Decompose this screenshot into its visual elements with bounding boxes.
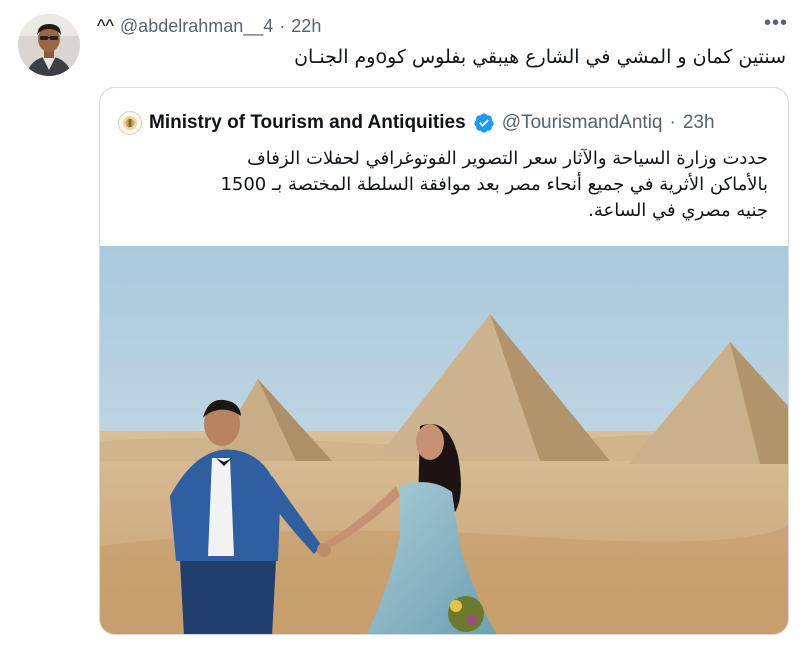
wedding-photo-image[interactable] — [100, 246, 788, 635]
quoted-header-separator: · — [669, 112, 676, 133]
quoted-tweet-header: Ministry of Tourism and Antiquities @Tou… — [118, 110, 715, 136]
user-handle[interactable]: @abdelrahman__4 — [120, 16, 273, 37]
quoted-text-line: بالأماكن الأثرية في جميع أنحاء مصر بعد م… — [220, 174, 768, 195]
tweet-timestamp[interactable]: 22h — [291, 16, 321, 37]
quoted-text-line: حددت وزارة السياحة والآثار سعر التصوير ا… — [247, 148, 768, 169]
tweet: ^^ @abdelrahman__4 · 22h ••• سنتين كمان … — [0, 0, 808, 650]
user-avatar[interactable] — [18, 14, 80, 76]
more-horizontal-icon[interactable]: ••• — [764, 12, 788, 35]
verified-badge-icon — [474, 113, 494, 133]
quoted-text-line: جنيه مصري في الساعة. — [588, 200, 768, 221]
tweet-text: سنتين كمان و المشي في الشارع هيبقي بفلوس… — [294, 46, 786, 68]
header-separator: · — [279, 15, 286, 36]
ministry-logo-avatar[interactable] — [118, 111, 142, 135]
quoted-tweet-text: حددت وزارة السياحة والآثار سعر التصوير ا… — [116, 146, 768, 224]
tweet-header: ^^ @abdelrahman__4 · 22h — [97, 14, 321, 38]
emblem-icon — [123, 116, 137, 130]
quoted-user-handle[interactable]: @TourismandAntiq — [502, 112, 663, 134]
display-name[interactable]: ^^ — [97, 16, 114, 37]
quoted-tweet-timestamp[interactable]: 23h — [683, 112, 715, 134]
quoted-tweet[interactable]: Ministry of Tourism and Antiquities @Tou… — [99, 87, 789, 635]
avatar-photo — [18, 14, 80, 76]
quoted-display-name[interactable]: Ministry of Tourism and Antiquities — [149, 112, 466, 134]
